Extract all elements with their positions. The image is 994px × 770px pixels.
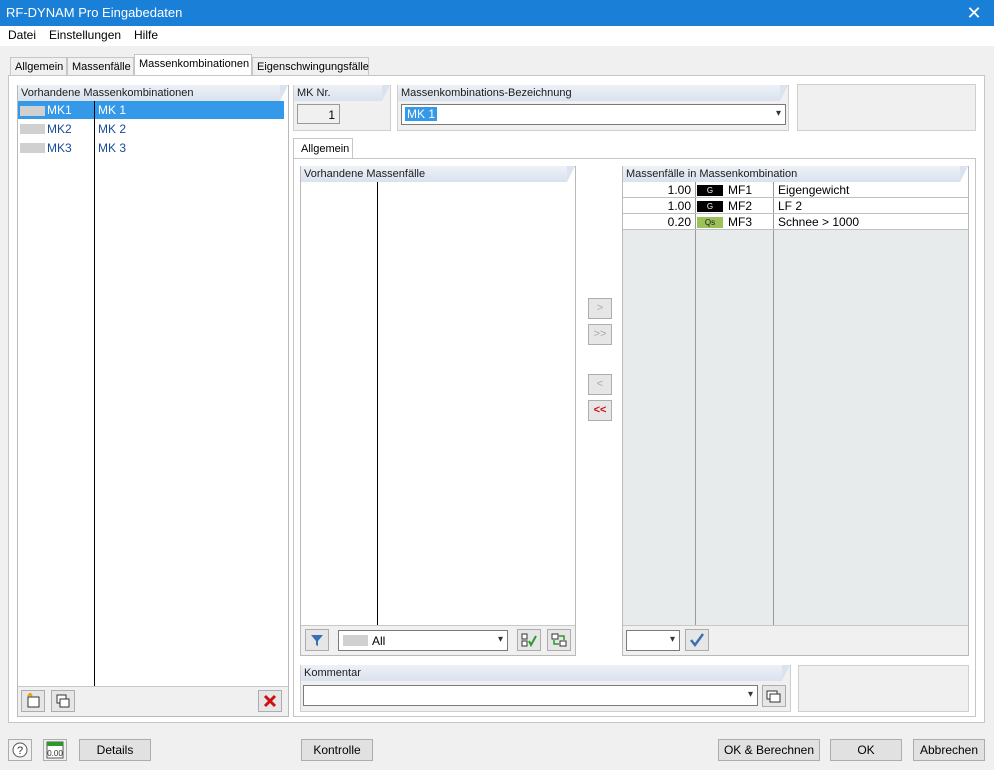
help-icon: ? [12,742,28,758]
list-item-id: MK1 [47,103,72,117]
delete-icon [263,694,277,708]
delete-combination-button[interactable] [258,690,282,712]
empty-grid-area [623,230,968,625]
tab-eigenschwingungsfaelle[interactable]: Eigenschwingungsfälle [252,57,369,77]
filter-select[interactable]: All ▾ [338,630,508,651]
remove-all-button[interactable]: << [588,400,612,421]
ok-button[interactable]: OK [830,739,902,761]
arrow-right-icon: > [596,302,604,314]
col-divider-1 [695,182,696,625]
available-cases-header: Vorhandene Massenfälle [301,166,575,182]
units-button[interactable]: 0.00 [43,739,67,761]
tab-massenkombinationen[interactable]: Massenkombinationen [134,54,252,76]
list-item-id: MK2 [47,122,72,136]
svg-text:0.00: 0.00 [47,749,63,758]
list-column-divider [94,101,95,686]
type-badge: G [697,185,723,196]
case-name-cell: Eigengewicht [778,183,850,197]
filter-icon [311,635,323,646]
list-item-id: MK3 [47,141,72,155]
bezeichnung-label: Massenkombinations-Bezeichnung [398,85,788,101]
comment-preview-box [798,665,969,712]
combination-list-panel [17,85,289,717]
decimal-places-icon: 0.00 [46,741,64,759]
apply-button[interactable] [685,629,709,651]
color-swatch [20,106,45,116]
factor-cell[interactable]: 1.00 [626,182,691,198]
case-name-cell: LF 2 [778,199,803,213]
list-item-name: MK 2 [98,122,127,136]
add-one-button[interactable]: > [588,298,612,319]
help-button[interactable]: ? [8,739,32,761]
kontrolle-button[interactable]: Kontrolle [301,739,373,761]
comment-input[interactable]: ▾ [303,685,758,706]
list-item[interactable]: MK2 MK 2 [18,120,284,139]
check-list-icon [521,633,537,648]
filter-button[interactable] [305,629,329,651]
menu-einstellungen[interactable]: Einstellungen [49,28,121,42]
swap-button[interactable] [547,629,571,651]
new-icon [27,692,40,708]
list-item-name: MK 1 [98,103,127,117]
add-all-button[interactable]: >> [588,324,612,345]
preview-box [797,84,976,131]
list-item[interactable]: MK3 MK 3 [18,139,284,158]
color-swatch [20,124,45,134]
filter-swatch [343,635,368,646]
details-button[interactable]: Details [79,739,151,761]
combination-list-header: Vorhandene Massenkombinationen [18,85,288,101]
comment-library-button[interactable] [762,685,786,707]
arrow-left-icon: < [596,378,604,390]
menu-datei[interactable]: Datei [8,28,36,42]
color-swatch [20,143,45,153]
available-column-divider [377,182,378,625]
mk-nr-field: 1 [297,104,340,124]
menu-bar: Datei Einstellungen Hilfe [0,26,994,46]
factor-cell[interactable]: 1.00 [626,198,691,214]
bezeichnung-combo[interactable]: MK 1 ▾ [401,104,786,125]
chevron-down-icon: ▾ [497,634,503,645]
remove-one-button[interactable]: < [588,374,612,395]
case-id-cell: MF2 [728,199,752,213]
copy-combination-button[interactable] [51,690,75,712]
double-arrow-right-icon: >> [593,328,607,340]
copy-icon [56,694,70,708]
filter-value: All [372,634,386,648]
bezeichnung-value: MK 1 [405,107,438,121]
checkmark-icon [690,633,705,648]
ok-calculate-button[interactable]: OK & Berechnen [718,739,820,761]
factor-cell[interactable]: 0.20 [626,214,691,230]
library-icon [766,690,781,703]
new-combination-button[interactable] [21,690,45,712]
col-divider-2 [773,182,774,625]
swap-icon [551,633,567,647]
available-cases-panel [300,166,576,656]
menu-hilfe[interactable]: Hilfe [134,28,158,42]
case-id-cell: MF1 [728,183,752,197]
chevron-down-icon: ▾ [669,634,675,645]
tab-allgemein[interactable]: Allgemein [10,57,67,77]
cancel-button[interactable]: Abbrechen [913,739,985,761]
chevron-down-icon: ▾ [747,689,753,700]
type-badge: Qs [697,217,723,228]
factor-select[interactable]: ▾ [626,630,680,651]
chevron-down-icon: ▾ [775,108,781,119]
list-item-name: MK 3 [98,141,127,155]
case-name-cell: Schnee > 1000 [778,215,860,229]
type-badge: G [697,201,723,212]
list-item[interactable]: MK1 MK 1 [18,101,284,120]
subtab-allgemein[interactable]: Allgemein [293,138,353,159]
close-icon[interactable]: ✕ [954,0,994,26]
case-id-cell: MF3 [728,215,752,229]
title-bar: RF-DYNAM Pro Eingabedaten ✕ [0,0,994,26]
combination-cases-header: Massenfälle in Massenkombination [623,166,968,182]
svg-text:?: ? [17,745,23,757]
comment-label: Kommentar [301,665,790,681]
double-arrow-left-icon: << [593,404,607,416]
tab-massenfaelle[interactable]: Massenfälle [67,57,134,77]
mk-nr-label: MK Nr. [294,85,390,101]
select-all-button[interactable] [517,629,541,651]
window-title: RF-DYNAM Pro Eingabedaten [6,5,183,20]
